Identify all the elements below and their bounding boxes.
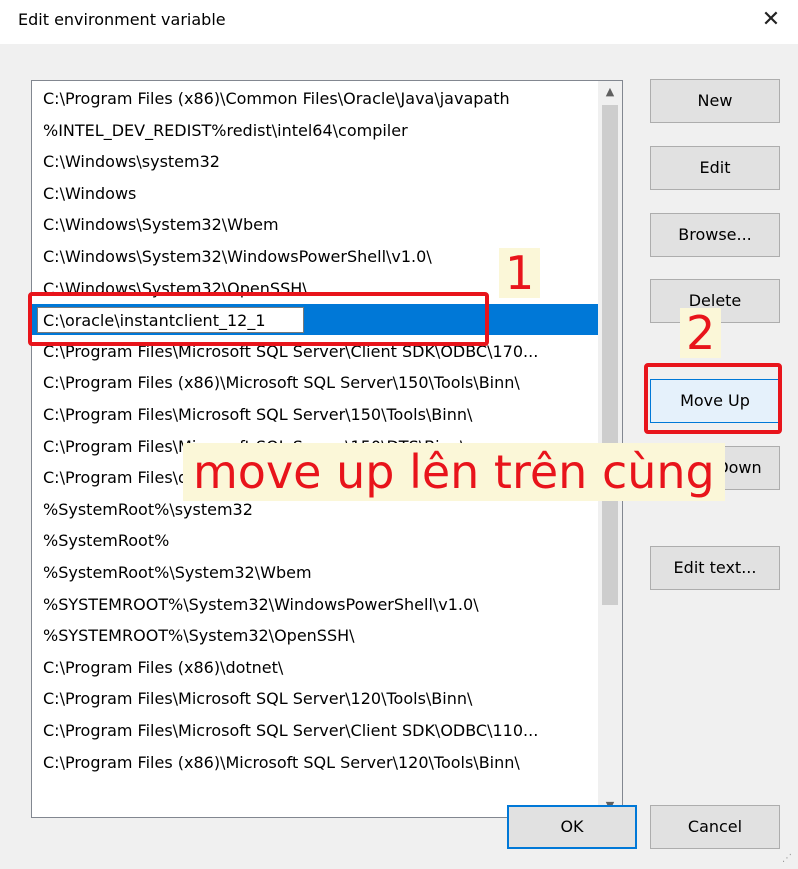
list-item[interactable]: C:\Program Files (x86)\Common Files\Orac… [32,83,598,114]
annotation-box-1 [28,292,489,346]
edit-button[interactable]: Edit [650,146,780,190]
scroll-thumb[interactable] [602,105,618,605]
list-item[interactable]: C:\Program Files\Microsoft SQL Server\Cl… [32,715,598,746]
list-item[interactable]: %SystemRoot% [32,525,598,556]
list-item[interactable]: C:\Program Files (x86)\Microsoft SQL Ser… [32,747,598,778]
resize-grip-icon[interactable]: ⋰ [782,853,794,865]
list-item[interactable]: %INTEL_DEV_REDIST%redist\intel64\compile… [32,115,598,146]
annotation-box-2 [644,363,782,434]
list-item[interactable]: %SYSTEMROOT%\System32\OpenSSH\ [32,620,598,651]
annotation-step-1: 1 [499,248,541,298]
edit-text-button[interactable]: Edit text... [650,546,780,590]
list-item[interactable]: C:\Windows [32,178,598,209]
list-item[interactable]: C:\Program Files\Microsoft SQL Server\12… [32,683,598,714]
list-item[interactable]: C:\Program Files (x86)\Microsoft SQL Ser… [32,367,598,398]
list-item[interactable]: %SYSTEMROOT%\System32\WindowsPowerShell\… [32,589,598,620]
ok-button[interactable]: OK [507,805,637,849]
title-bar: Edit environment variable ✕ [0,0,798,44]
list-item[interactable]: C:\Program Files (x86)\dotnet\ [32,652,598,683]
list-item[interactable]: C:\Program Files\Microsoft SQL Server\15… [32,399,598,430]
annotation-caption: move up lên trên cùng [183,443,725,501]
annotation-step-2: 2 [680,308,722,358]
list-item[interactable]: %SystemRoot%\System32\Wbem [32,557,598,588]
close-icon[interactable]: ✕ [756,6,786,34]
dialog-title: Edit environment variable [18,10,226,29]
new-button[interactable]: New [650,79,780,123]
list-item[interactable]: C:\Windows\system32 [32,146,598,177]
browse-button[interactable]: Browse... [650,213,780,257]
list-item[interactable]: C:\Windows\System32\Wbem [32,209,598,240]
cancel-button[interactable]: Cancel [650,805,780,849]
scroll-up-icon[interactable]: ▲ [598,81,622,103]
